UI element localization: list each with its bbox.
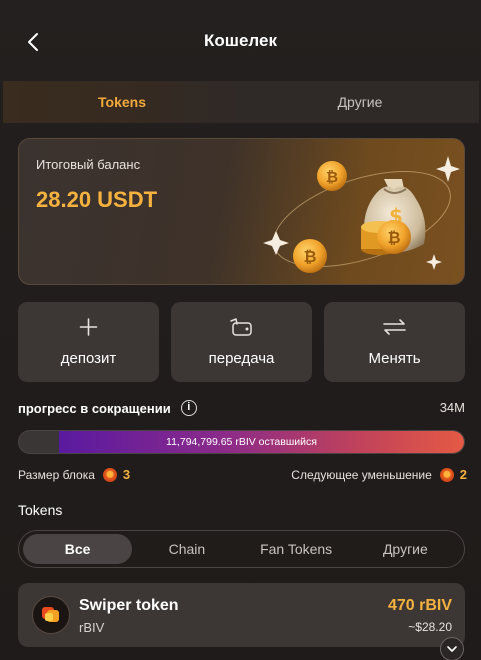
block-size-label: Размер блока	[18, 467, 95, 482]
block-size-value: 3	[122, 467, 131, 482]
token-row[interactable]: Swiper token rBIV 470 rBIV ~$28.20	[18, 583, 465, 647]
filter-other[interactable]: Другие	[351, 534, 460, 564]
progress-title-text: прогресс в сокращении	[18, 400, 171, 416]
token-avatar	[32, 596, 70, 634]
scroll-down-button[interactable]	[440, 637, 464, 660]
next-reduction: Следующее уменьшение 2	[291, 467, 467, 482]
token-filter-bar: Все Chain Fan Tokens Другие	[18, 530, 465, 568]
transfer-label: передача	[208, 350, 275, 367]
block-info-row: Размер блока 3 Следующее уменьшение 2	[18, 467, 467, 485]
tokens-heading: Tokens	[18, 502, 63, 518]
next-reduction-value: 2	[459, 467, 467, 482]
progress-bar: 11,794,799.65 rBIV оставшийся	[18, 430, 465, 454]
block-size: Размер блока 3	[18, 467, 130, 482]
token-symbol: rBIV	[79, 620, 105, 635]
filter-chain[interactable]: Chain	[132, 534, 241, 564]
header: Кошелек	[0, 0, 481, 80]
deposit-button[interactable]: депозит	[18, 302, 159, 382]
filter-all[interactable]: Все	[23, 534, 133, 564]
progress-title: прогресс в сокращении i	[18, 400, 197, 416]
action-buttons: депозит передача Менять	[18, 302, 465, 382]
progress-remaining-text: 11,794,799.65 rBIV оставшийся	[166, 436, 317, 448]
svg-text:₿: ₿	[326, 168, 338, 186]
token-coin-icon	[439, 467, 454, 482]
svg-text:₿: ₿	[303, 247, 316, 266]
swap-button[interactable]: Менять	[324, 302, 465, 382]
token-usd-value: ~$28.20	[408, 620, 452, 634]
swap-label: Менять	[368, 350, 421, 367]
progress-total: 34M	[439, 400, 465, 415]
transfer-button[interactable]: передача	[171, 302, 312, 382]
tab-other[interactable]: Другие	[241, 81, 479, 123]
token-amount: 470 rBIV	[387, 597, 452, 614]
swap-icon	[383, 319, 406, 335]
tab-tokens[interactable]: Tokens	[3, 81, 241, 123]
balance-label: Итоговый баланс	[36, 157, 141, 172]
deposit-label: депозит	[60, 350, 117, 367]
balance-card: Итоговый баланс 28.20 USDT $ ₿ ₿ ₿	[18, 138, 465, 285]
chevron-down-icon	[447, 646, 457, 652]
token-name: Swiper token	[79, 597, 179, 614]
money-bag-illustration: $ ₿ ₿ ₿	[263, 156, 460, 273]
svg-text:₿: ₿	[387, 228, 400, 247]
token-coin-icon	[102, 467, 117, 482]
plus-icon	[79, 318, 98, 336]
page-title: Кошелек	[204, 31, 277, 50]
swiper-token-logo-icon	[42, 607, 59, 622]
filter-fan-tokens[interactable]: Fan Tokens	[242, 534, 351, 564]
balance-value: 28.20 USDT	[36, 187, 158, 212]
top-tabs: Tokens Другие	[3, 81, 479, 123]
next-reduction-label: Следующее уменьшение	[291, 467, 432, 482]
info-icon[interactable]: i	[180, 400, 197, 416]
transfer-icon	[230, 318, 252, 336]
wallet-screen: Кошелек Tokens Другие Итоговый баланс 28…	[0, 0, 481, 660]
